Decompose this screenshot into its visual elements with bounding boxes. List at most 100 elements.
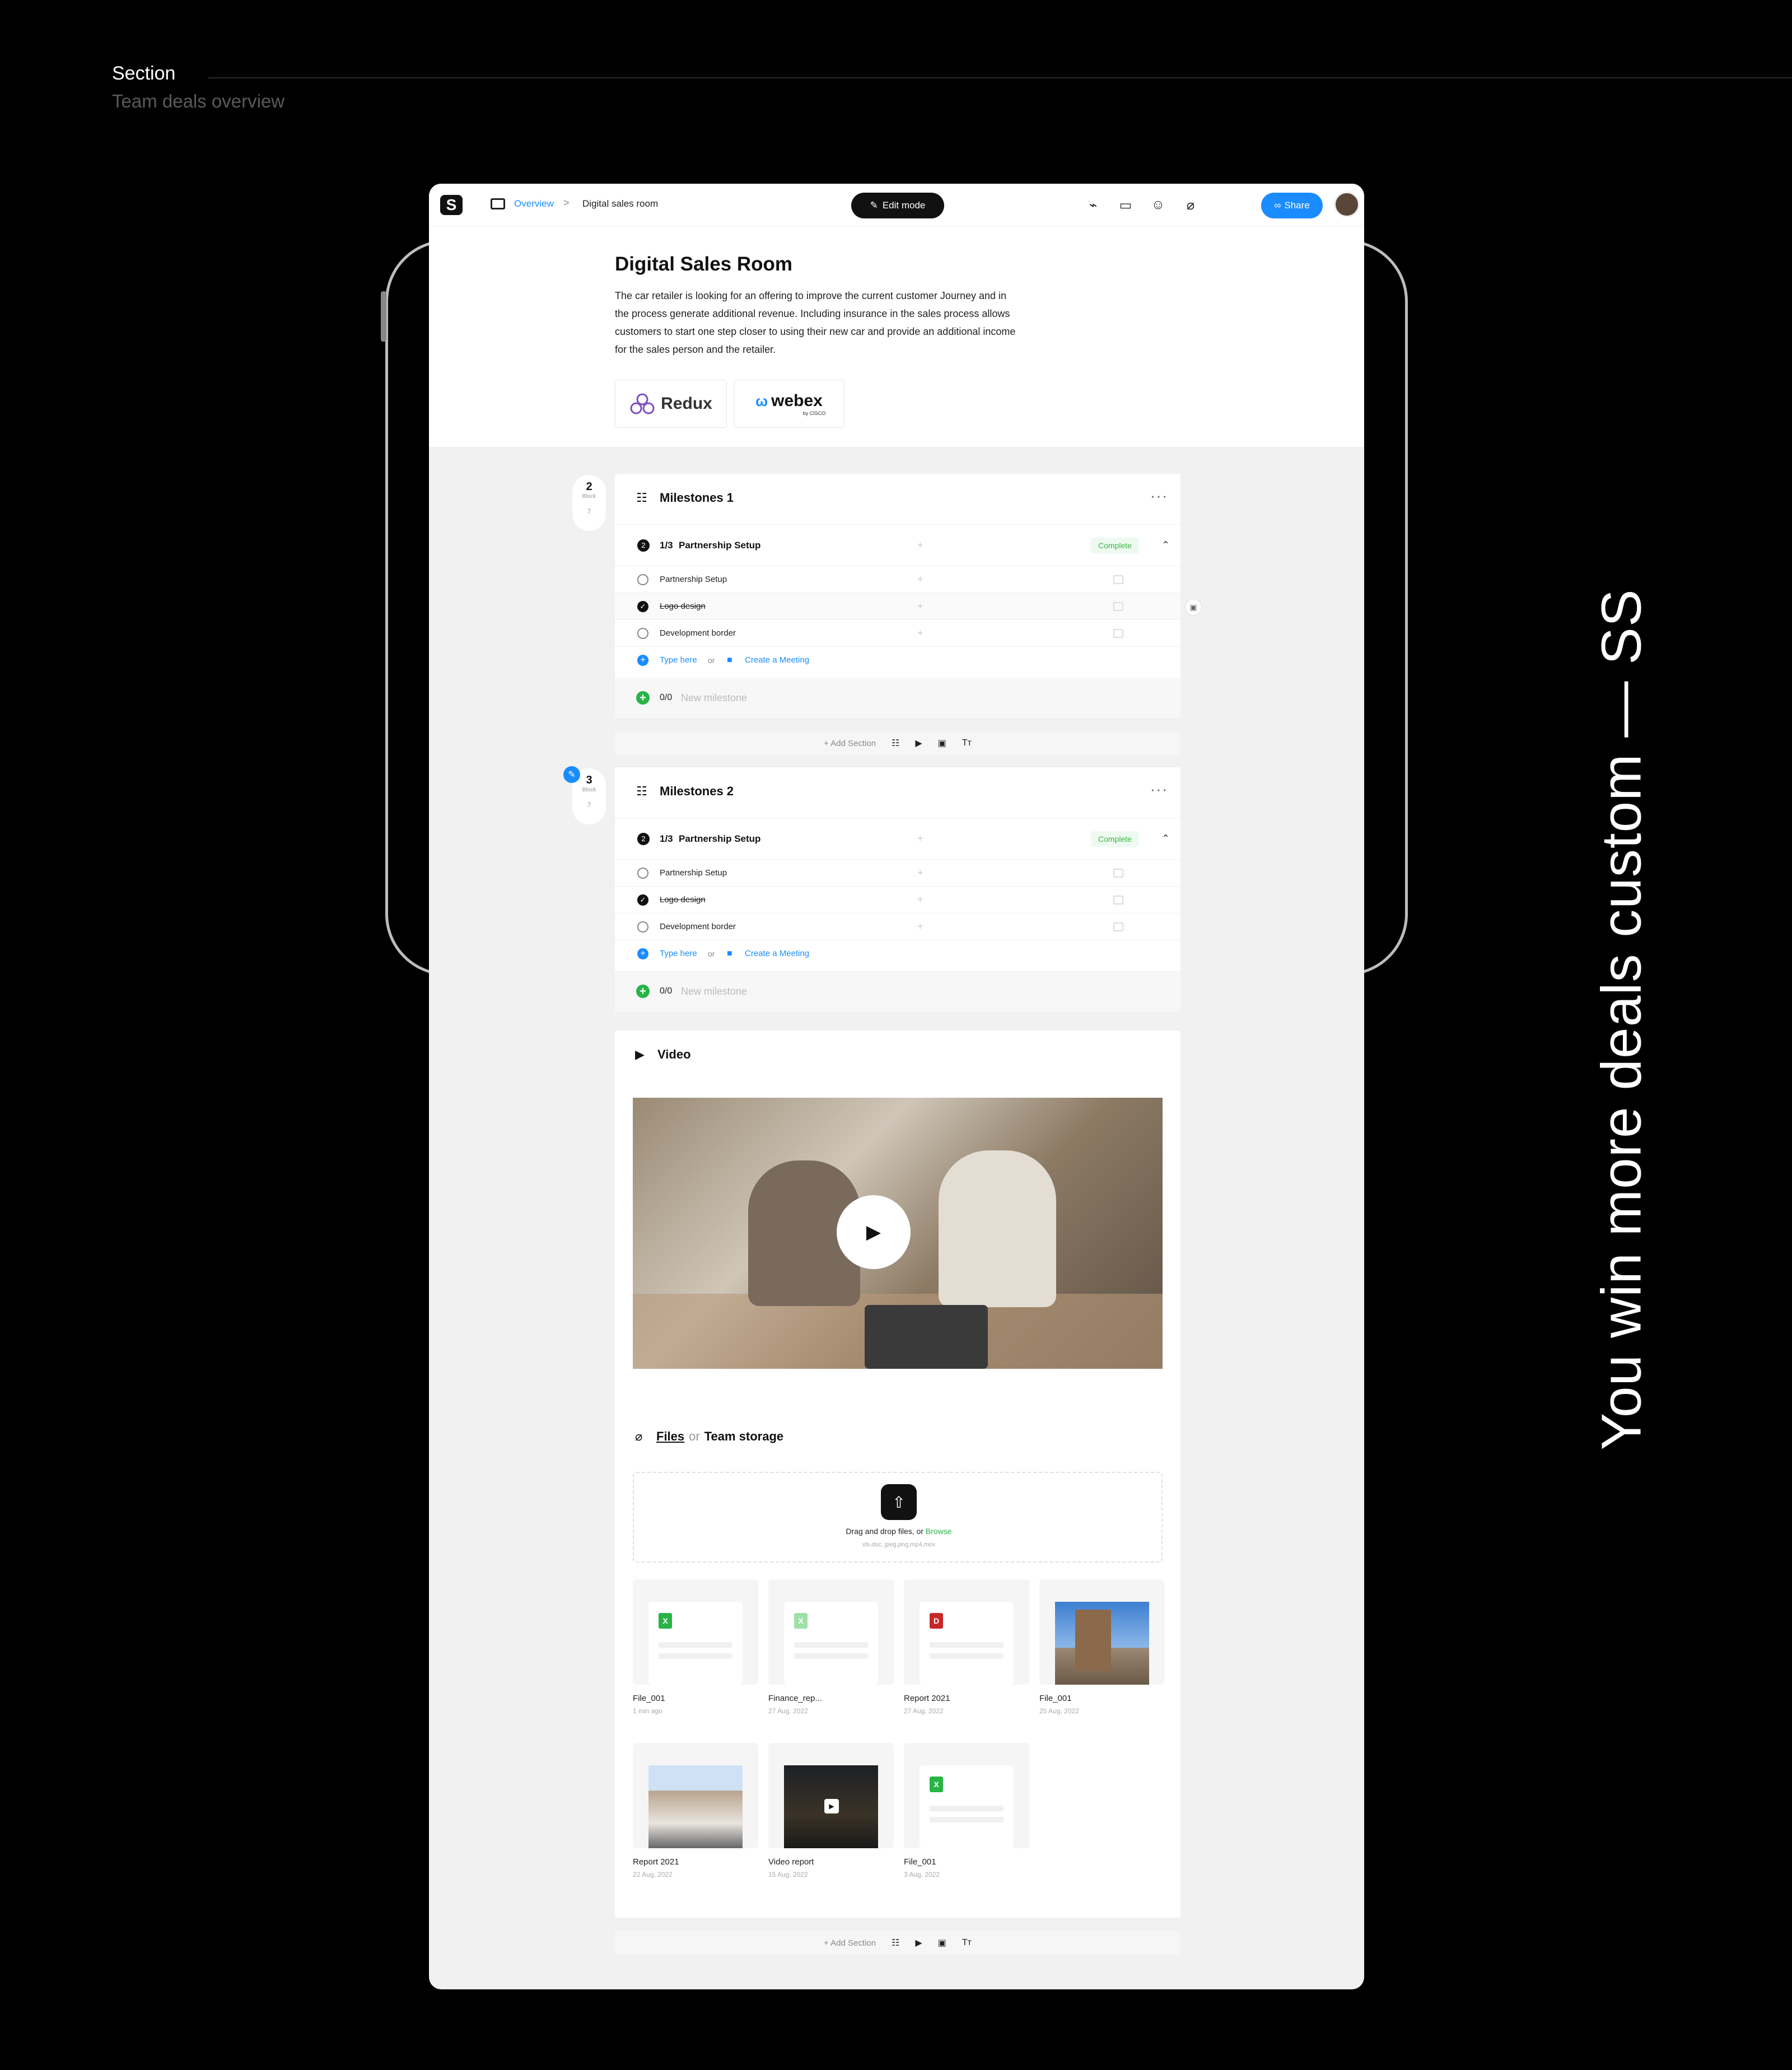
checked-icon[interactable]: ✓ xyxy=(637,894,648,906)
files-or: or xyxy=(689,1429,700,1443)
file-formats: xls,doc, jpeg,png,mp4,mov xyxy=(862,1541,936,1548)
monitor-icon xyxy=(491,198,505,209)
phase-row[interactable]: 2 1/3 Partnership Setup + Complete ⌃ xyxy=(615,818,1180,859)
file-thumb[interactable] xyxy=(633,1743,758,1848)
files-tab[interactable]: Files xyxy=(656,1429,684,1444)
checked-icon[interactable]: ✓ xyxy=(637,600,648,612)
file-thumb[interactable]: X xyxy=(768,1579,894,1685)
browse-link[interactable]: Browse xyxy=(926,1527,952,1536)
checkbox-icon[interactable] xyxy=(637,921,648,933)
milestones-card-2: ☷ Milestones 2 ··· 2 1/3 Partnership Set… xyxy=(615,767,1180,1011)
task-row[interactable]: Partnership Setup + xyxy=(615,566,1180,593)
video-camera-icon: ■ xyxy=(727,655,732,665)
file-name[interactable]: File_001 xyxy=(633,1694,665,1703)
add-icon[interactable]: + xyxy=(917,867,923,879)
calendar-icon[interactable] xyxy=(1113,628,1123,638)
calendar-icon[interactable] xyxy=(1113,575,1123,584)
new-milestone-row[interactable]: + 0/0 New milestone xyxy=(615,678,1180,718)
add-milestone-icon[interactable]: + xyxy=(636,985,650,998)
more-icon[interactable]: ··· xyxy=(1150,487,1168,505)
text-icon[interactable]: Tт xyxy=(962,738,972,748)
file-thumb[interactable] xyxy=(1039,1579,1165,1685)
text-icon[interactable]: Tт xyxy=(962,1938,972,1948)
add-icon[interactable]: + xyxy=(917,921,923,933)
app-logo[interactable]: S xyxy=(440,195,463,215)
task-row[interactable]: Development border + xyxy=(615,913,1180,940)
calendar-icon[interactable] xyxy=(1113,895,1123,905)
file-dropzone[interactable]: ⇧ Drag and drop files, or Browse xls,doc… xyxy=(633,1472,1163,1563)
excel-icon: X xyxy=(930,1777,943,1792)
milestones-icon[interactable]: ☷ xyxy=(892,738,899,749)
checkbox-icon[interactable] xyxy=(637,574,648,585)
calendar-icon[interactable] xyxy=(1113,922,1123,931)
upload-icon[interactable]: ⇧ xyxy=(881,1484,917,1520)
add-icon[interactable]: + xyxy=(917,539,923,551)
files-header: Files or Team storage xyxy=(656,1429,783,1444)
activity-icon[interactable]: ⌁ xyxy=(1084,196,1102,214)
chevron-up-icon[interactable]: ⌃ xyxy=(1161,833,1170,845)
more-icon[interactable]: ··· xyxy=(1150,781,1168,798)
file-name[interactable]: Report 2021 xyxy=(633,1857,679,1867)
calendar-icon[interactable] xyxy=(1113,602,1123,611)
checkbox-icon[interactable] xyxy=(637,627,648,639)
file-thumb[interactable]: X xyxy=(633,1579,758,1685)
new-milestone-input[interactable]: New milestone xyxy=(681,692,747,704)
card-title: Milestones 2 xyxy=(660,784,734,798)
type-here-link[interactable]: Type here xyxy=(660,655,697,665)
add-icon[interactable]: + xyxy=(917,833,923,845)
phase-row[interactable]: 2 1/3 Partnership Setup + Complete ⌃ xyxy=(615,524,1180,566)
video-player[interactable]: ▶ xyxy=(633,1098,1163,1369)
add-milestone-icon[interactable]: + xyxy=(636,691,650,705)
new-milestone-input[interactable]: New milestone xyxy=(681,986,747,997)
image-icon[interactable]: ▣ xyxy=(938,1937,946,1948)
file-thumb[interactable]: ▶ xyxy=(768,1743,894,1848)
file-name[interactable]: File_001 xyxy=(1039,1694,1072,1703)
video-icon[interactable]: ▶ xyxy=(915,738,922,749)
add-icon[interactable]: + xyxy=(917,894,923,906)
image-icon[interactable]: ▣ xyxy=(938,738,946,749)
chevron-up-icon[interactable]: ⌃ xyxy=(1161,539,1170,551)
user-avatar[interactable] xyxy=(1334,192,1360,217)
task-row[interactable]: ✓ Logo design + xyxy=(615,593,1180,619)
add-icon[interactable]: + xyxy=(917,600,923,612)
comment-icon[interactable]: ▭ xyxy=(1117,196,1135,214)
file-date: 15 Aug, 2022 xyxy=(768,1871,808,1878)
add-icon[interactable]: + xyxy=(917,574,923,585)
add-section-button[interactable]: + Add Section xyxy=(824,739,876,748)
create-meeting-link[interactable]: Create a Meeting xyxy=(745,655,809,665)
breadcrumb-overview[interactable]: Overview xyxy=(514,198,554,209)
doc-preview: X xyxy=(648,1602,743,1685)
task-row[interactable]: Partnership Setup + xyxy=(615,859,1180,886)
new-milestone-row[interactable]: + 0/0 New milestone xyxy=(615,971,1180,1011)
calendar-icon[interactable] xyxy=(1113,868,1123,878)
file-name[interactable]: Finance_rep... xyxy=(768,1694,822,1703)
add-section-button[interactable]: + Add Section xyxy=(824,1938,876,1948)
block-badge-1[interactable]: 2 Block 7 xyxy=(572,475,606,531)
share-button[interactable]: ∞ Share xyxy=(1261,193,1323,218)
file-name[interactable]: Video report xyxy=(768,1857,814,1867)
task-row[interactable]: Development border + xyxy=(615,619,1180,646)
create-meeting-link[interactable]: Create a Meeting xyxy=(745,949,809,958)
edit-mode-button[interactable]: ✎ Edit mode xyxy=(851,193,944,218)
webex-sub: by CISCO xyxy=(802,411,826,416)
file-thumb[interactable]: X xyxy=(904,1743,1029,1848)
file-thumb[interactable]: D xyxy=(904,1579,1029,1685)
add-circle-icon[interactable]: + xyxy=(637,654,648,666)
video-icon[interactable]: ▶ xyxy=(915,1937,922,1948)
play-icon[interactable]: ▶ xyxy=(824,1799,839,1813)
edit-block-icon[interactable]: ✎ xyxy=(563,766,580,783)
team-storage-tab[interactable]: Team storage xyxy=(704,1429,783,1444)
checkbox-icon[interactable] xyxy=(637,867,648,879)
file-name[interactable]: File_001 xyxy=(904,1857,936,1867)
doc-line xyxy=(659,1642,732,1648)
add-icon[interactable]: + xyxy=(917,627,923,639)
add-circle-icon[interactable]: + xyxy=(637,948,648,959)
trash-icon[interactable]: ▣ xyxy=(1185,599,1202,616)
emoji-icon[interactable]: ☺ xyxy=(1149,196,1167,214)
milestones-icon[interactable]: ☷ xyxy=(892,1937,899,1948)
type-here-link[interactable]: Type here xyxy=(660,949,697,958)
file-name[interactable]: Report 2021 xyxy=(904,1694,950,1703)
play-icon[interactable]: ▶ xyxy=(837,1195,911,1269)
attachment-icon[interactable]: ⌀ xyxy=(1182,196,1200,214)
task-row[interactable]: ✓ Logo design + xyxy=(615,886,1180,913)
